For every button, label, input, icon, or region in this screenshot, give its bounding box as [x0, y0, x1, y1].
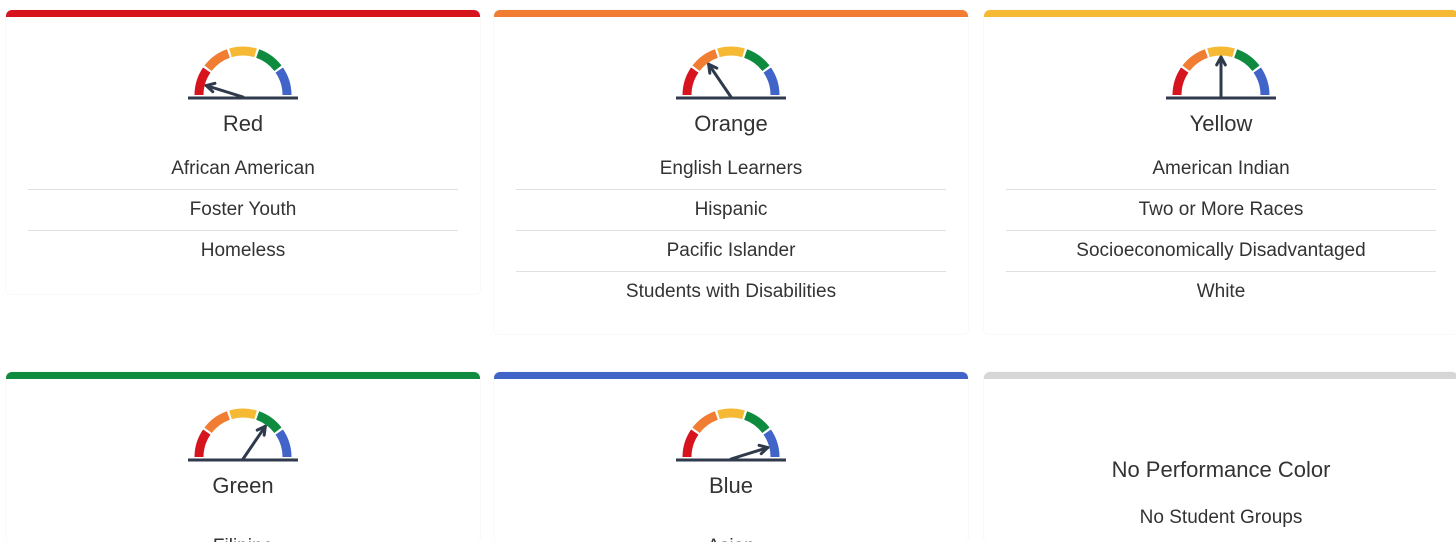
card-blue: Blue Asian: [494, 372, 968, 542]
card-accent-bar: [494, 10, 968, 17]
student-group-item: Two or More Races: [1006, 190, 1436, 231]
gauge-segment: [275, 429, 292, 458]
card-orange: Orange English Learners Hispanic Pacific…: [494, 10, 968, 334]
gauge-icon: [188, 46, 298, 100]
card-accent-bar: [494, 372, 968, 379]
card-yellow: Yellow American Indian Two or More Races…: [984, 10, 1456, 334]
gauge-segment: [743, 411, 770, 434]
student-group-list: African American Foster Youth Homeless: [28, 149, 458, 271]
performance-color-grid: Red African American Foster Youth Homele…: [0, 0, 1456, 542]
gauge-segment: [682, 67, 699, 96]
gauge-segment: [1182, 49, 1209, 72]
gauge-segment: [204, 411, 231, 434]
gauge-segment: [717, 408, 745, 420]
student-group-item: Foster Youth: [28, 190, 458, 231]
gauge-icon: [676, 408, 786, 462]
performance-level-label: Red: [222, 111, 264, 136]
student-group-list: Filipino: [28, 527, 458, 542]
student-group-item: Asian: [516, 527, 946, 542]
no-performance-color-title: No Performance Color: [1111, 457, 1331, 482]
student-group-item: Homeless: [200, 240, 286, 261]
gauge-segment: [1233, 49, 1260, 72]
performance-level-label: Green: [212, 473, 274, 498]
performance-level-label: Blue: [708, 473, 754, 498]
card-accent-bar: [6, 372, 480, 379]
card-red: Red African American Foster Youth Homele…: [6, 10, 480, 294]
gauge-icon: [188, 408, 298, 462]
gauge-segment: [255, 49, 282, 72]
card-accent-bar: [984, 10, 1456, 17]
card-accent-bar: [6, 10, 480, 17]
card-no-performance-color: No Performance Color No Student Groups: [984, 372, 1456, 542]
student-group-list: Asian: [516, 527, 946, 542]
no-student-groups-text: No Student Groups: [1139, 507, 1303, 528]
gauge-segment: [717, 46, 745, 58]
student-group-list: English Learners Hispanic Pacific Island…: [516, 149, 946, 312]
gauge-icon: [676, 46, 786, 100]
gauge-segment: [204, 49, 231, 72]
gauge-segment: [1207, 46, 1235, 58]
student-group-item: American Indian: [1006, 149, 1436, 190]
gauge-segment: [275, 67, 292, 96]
student-group-item: Students with Disabilities: [625, 281, 837, 302]
student-group-item: White: [1196, 281, 1246, 302]
gauge-needle: [707, 62, 733, 99]
card-accent-bar: [984, 372, 1456, 379]
gauge-segment: [229, 46, 257, 58]
gauge-segment: [743, 49, 770, 72]
gauge-needle: [241, 424, 267, 461]
performance-level-label: Orange: [694, 111, 768, 136]
student-group-item: African American: [28, 149, 458, 190]
student-group-list: American Indian Two or More Races Socioe…: [1006, 149, 1436, 312]
gauge-segment: [763, 67, 780, 96]
gauge-segment: [1253, 67, 1270, 96]
student-group-item: Socioeconomically Disadvantaged: [1006, 231, 1436, 272]
card-green: Green Filipino: [6, 372, 480, 542]
gauge-segment: [692, 411, 719, 434]
student-group-item: Hispanic: [516, 190, 946, 231]
gauge-segment: [763, 429, 780, 458]
gauge-segment: [229, 408, 257, 420]
gauge-segment: [194, 67, 211, 96]
gauge-segment: [1172, 67, 1189, 96]
gauge-segment: [194, 429, 211, 458]
gauge-segment: [682, 429, 699, 458]
student-group-item: Filipino: [28, 527, 458, 542]
performance-level-label: Yellow: [1189, 111, 1253, 136]
student-group-item: English Learners: [516, 149, 946, 190]
student-group-item: Pacific Islander: [516, 231, 946, 272]
gauge-icon: [1166, 46, 1276, 100]
